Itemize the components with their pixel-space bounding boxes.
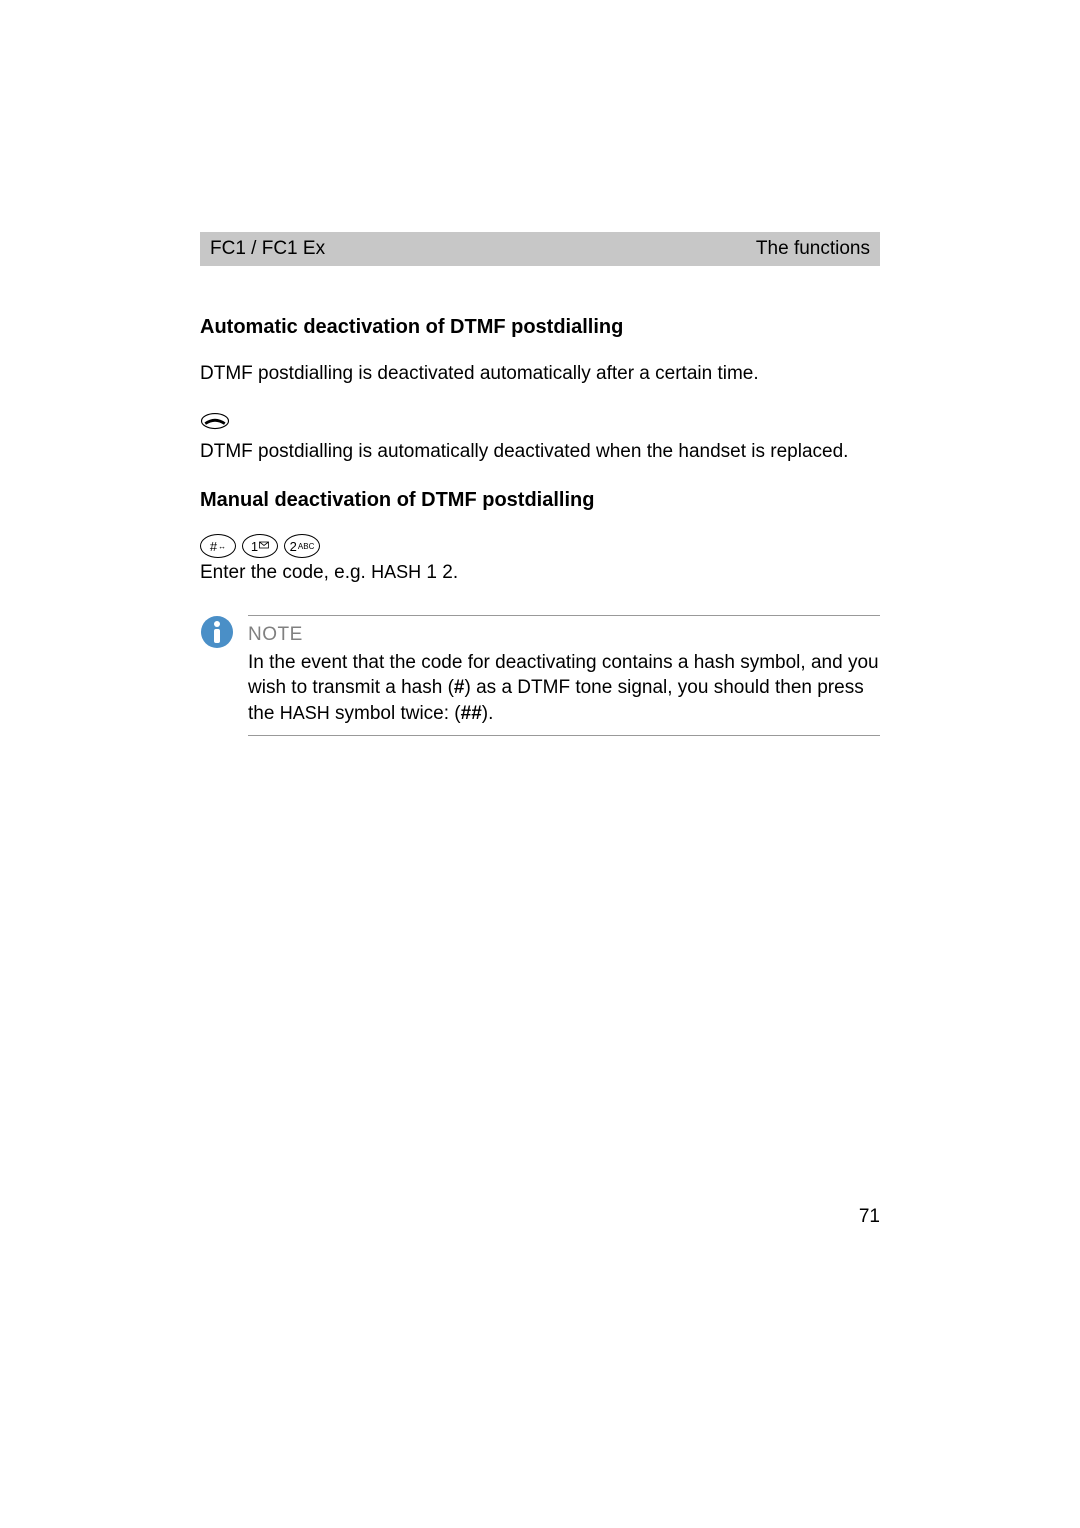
page-number: 71 (859, 1206, 880, 1228)
note-content: NOTE In the event that the code for deac… (248, 615, 880, 736)
voicemail-icon (259, 541, 269, 551)
header-section: The functions (756, 238, 870, 260)
text-auto-handset: DTMF postdialling is automatically deact… (200, 439, 880, 466)
text-auto-time: DTMF postdialling is deactivated automat… (200, 361, 880, 388)
header-bar: FC1 / FC1 Ex The functions (200, 232, 880, 266)
note-block: NOTE In the event that the code for deac… (200, 615, 880, 736)
key-sequence: #↔ 1 2ABC (200, 534, 880, 558)
key-one: 1 (242, 534, 278, 558)
note-title: NOTE (248, 624, 880, 646)
note-text: In the event that the code for deactivat… (248, 650, 880, 727)
document-page: FC1 / FC1 Ex The functions Automatic dea… (0, 0, 1080, 736)
header-product: FC1 / FC1 Ex (210, 238, 325, 260)
text-enter-code: Enter the code, e.g. HASH 1 2. (200, 560, 880, 587)
section-automatic-deactivation: Automatic deactivation of DTMF postdiall… (200, 316, 880, 465)
key-two: 2ABC (284, 534, 320, 558)
section-manual-deactivation: Manual deactivation of DTMF postdialling… (200, 489, 880, 587)
heading-manual: Manual deactivation of DTMF postdialling (200, 489, 880, 512)
key-hash: #↔ (200, 534, 236, 558)
info-icon (200, 615, 248, 736)
heading-automatic: Automatic deactivation of DTMF postdiall… (200, 316, 880, 339)
handset-icon (200, 410, 880, 437)
